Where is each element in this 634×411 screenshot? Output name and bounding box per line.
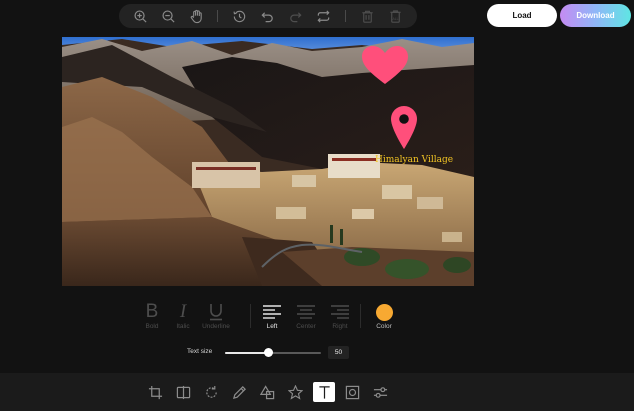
zoom-out-icon[interactable] <box>158 6 178 26</box>
location-pin-icon[interactable] <box>390 105 418 150</box>
italic-label: Italic <box>176 323 190 330</box>
text-size-slider[interactable] <box>225 352 321 354</box>
shape-icon[interactable] <box>256 382 278 402</box>
bottom-toolbar <box>0 373 634 411</box>
color-button[interactable]: Color <box>364 302 404 332</box>
text-size-slider-fill <box>225 352 269 354</box>
text-size-value[interactable]: 50 <box>328 346 349 359</box>
canvas-text-caption[interactable]: Himalyan Village <box>375 155 453 165</box>
heart-shape <box>362 46 408 84</box>
italic-icon: I <box>179 301 187 322</box>
delete-all-label: ALL <box>392 16 398 20</box>
align-right-icon <box>331 302 349 322</box>
rotate-icon[interactable] <box>200 382 222 402</box>
align-right-button[interactable]: Right <box>320 302 360 332</box>
delete-icon[interactable] <box>357 6 377 26</box>
text-icon[interactable] <box>313 382 335 402</box>
bold-icon: B <box>145 301 159 322</box>
options-divider <box>360 304 361 328</box>
draw-icon[interactable] <box>228 382 250 402</box>
underline-label: Underline <box>202 323 230 330</box>
zoom-in-icon[interactable] <box>130 6 150 26</box>
undo-icon[interactable] <box>257 6 277 26</box>
text-size-label: Text size <box>187 348 213 355</box>
underline-icon <box>208 302 224 322</box>
align-center-icon <box>297 302 315 322</box>
heart-icon[interactable] <box>361 45 409 85</box>
redo-icon[interactable] <box>285 6 305 26</box>
star-icon[interactable] <box>284 382 306 402</box>
color-swatch <box>375 303 393 321</box>
crop-icon[interactable] <box>144 382 166 402</box>
filter-icon[interactable] <box>369 382 391 402</box>
color-label: Color <box>376 323 392 330</box>
load-button[interactable]: Load <box>487 4 557 27</box>
options-divider <box>250 304 251 328</box>
pin-shape <box>391 106 417 149</box>
toolbar-divider <box>217 10 218 22</box>
align-right-label: Right <box>332 323 348 330</box>
delete-all-icon[interactable]: ALL <box>385 6 405 26</box>
align-left-label: Left <box>266 323 278 330</box>
align-center-label: Center <box>296 323 316 330</box>
history-icon[interactable] <box>229 6 249 26</box>
image-canvas[interactable]: Himalyan Village <box>62 37 474 286</box>
top-toolbar: ALL <box>119 4 417 28</box>
underline-button[interactable]: Underline <box>196 302 236 332</box>
flip-icon[interactable] <box>172 382 194 402</box>
download-button[interactable]: Download <box>560 4 631 27</box>
reset-icon[interactable] <box>313 6 333 26</box>
hand-icon[interactable] <box>186 6 206 26</box>
text-size-slider-thumb[interactable] <box>263 348 273 357</box>
mask-icon[interactable] <box>341 382 363 402</box>
align-left-icon <box>263 302 281 322</box>
image-editor: ALL Load Download Himalyan Village B Bol… <box>0 0 634 411</box>
toolbar-divider <box>345 10 346 22</box>
bold-label: Bold <box>145 323 159 330</box>
